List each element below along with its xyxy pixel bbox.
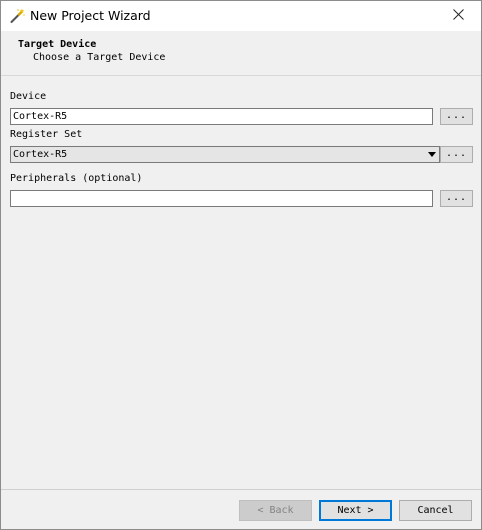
title-bar[interactable]: New Project Wizard: [1, 1, 481, 31]
register-set-value: Cortex-R5: [13, 149, 68, 160]
close-button[interactable]: [435, 1, 481, 31]
device-browse-button[interactable]: ...: [440, 108, 473, 125]
register-set-label: Register Set: [10, 129, 83, 140]
page-title: Target Device: [18, 39, 97, 50]
window-title: New Project Wizard: [30, 8, 151, 23]
wizard-wand-icon: [9, 8, 25, 24]
close-icon: [452, 9, 464, 23]
wizard-body: Device ... Register Set Cortex-R5 ... Pe…: [1, 76, 481, 490]
device-label: Device: [10, 91, 47, 102]
peripherals-label: Peripherals (optional): [10, 173, 143, 184]
register-set-browse-button[interactable]: ...: [440, 146, 473, 163]
register-set-dropdown[interactable]: Cortex-R5: [10, 146, 440, 163]
new-project-wizard-window: New Project Wizard Target Device Choose …: [0, 0, 482, 530]
peripherals-browse-button[interactable]: ...: [440, 190, 473, 207]
wizard-header: Target Device Choose a Target Device: [1, 31, 481, 76]
page-subtitle: Choose a Target Device: [33, 52, 166, 63]
next-button[interactable]: Next >: [319, 500, 392, 521]
back-button[interactable]: < Back: [239, 500, 312, 521]
chevron-down-icon: [428, 152, 436, 157]
cancel-button[interactable]: Cancel: [399, 500, 472, 521]
wizard-footer: < Back Next > Cancel: [1, 490, 481, 529]
peripherals-input[interactable]: [10, 190, 433, 207]
device-input[interactable]: [10, 108, 433, 125]
